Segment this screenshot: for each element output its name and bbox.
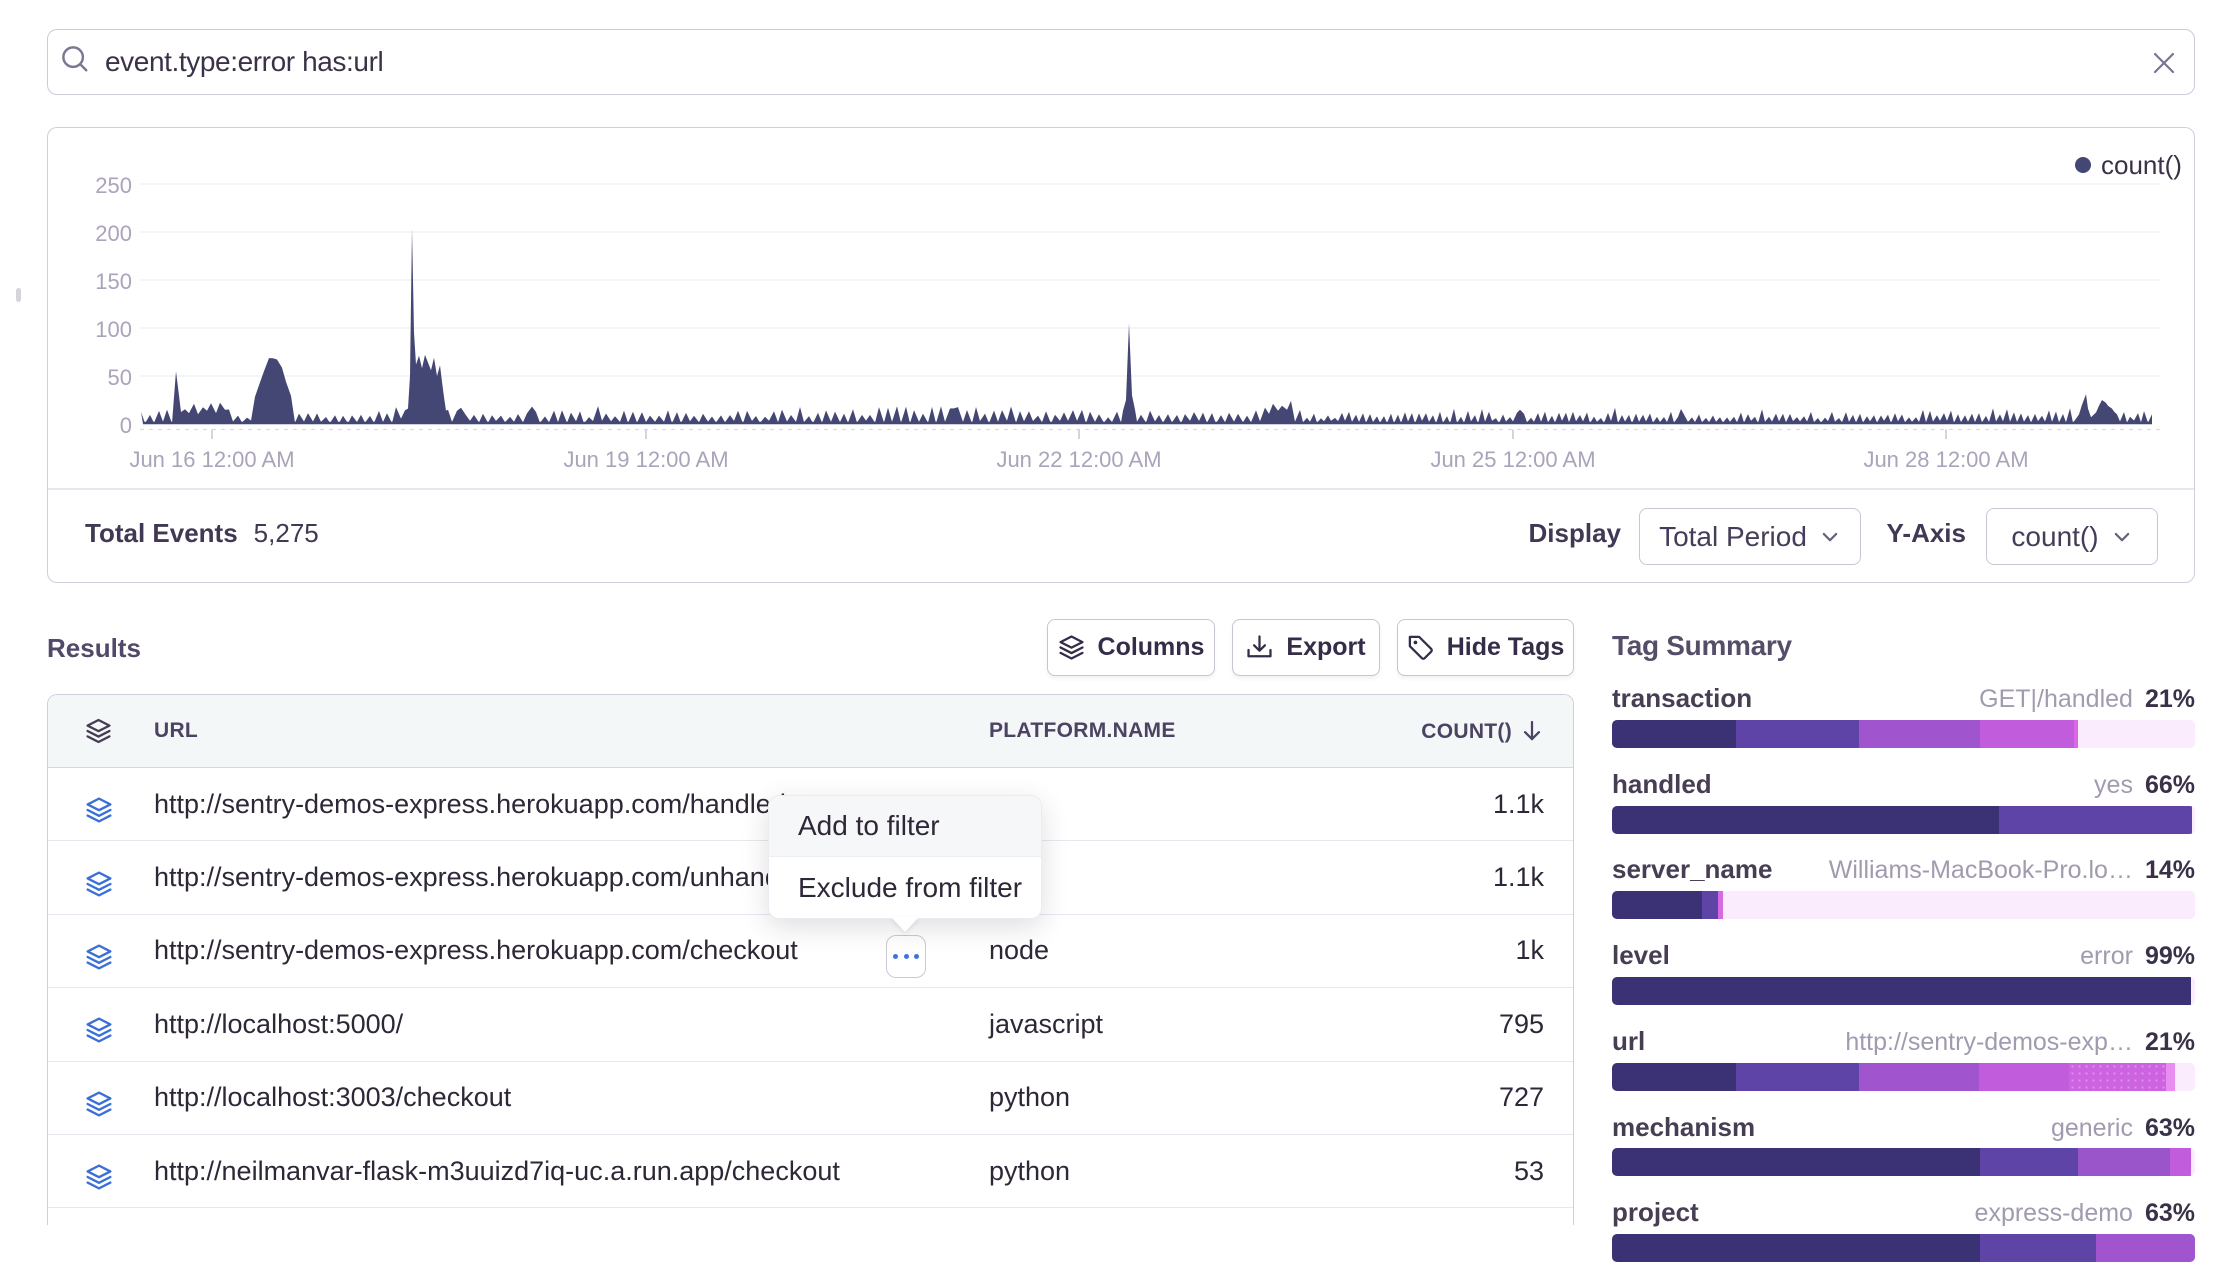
svg-text:Jun 16 12:00 AM: Jun 16 12:00 AM xyxy=(129,447,294,472)
svg-text:Jun 19 12:00 AM: Jun 19 12:00 AM xyxy=(563,447,728,472)
svg-text:Jun 25 12:00 AM: Jun 25 12:00 AM xyxy=(1430,447,1595,472)
svg-text:250: 250 xyxy=(95,173,132,198)
svg-text:0: 0 xyxy=(120,413,132,438)
svg-text:Jun 22 12:00 AM: Jun 22 12:00 AM xyxy=(996,447,1161,472)
svg-text:100: 100 xyxy=(95,317,132,342)
svg-text:150: 150 xyxy=(95,269,132,294)
svg-text:50: 50 xyxy=(108,365,132,390)
svg-text:200: 200 xyxy=(95,221,132,246)
